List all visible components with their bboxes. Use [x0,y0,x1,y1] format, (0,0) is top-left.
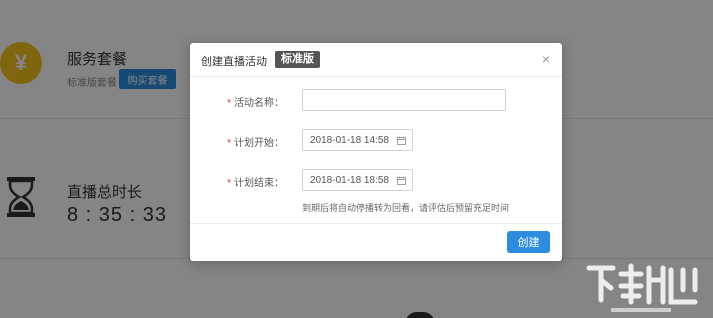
plan-start-label: * 计划开始： [227,134,284,149]
calendar-icon[interactable] [397,136,406,145]
create-button[interactable]: 创建 [507,231,550,253]
required-mark: * [227,138,231,149]
activity-name-label: * 活动名称： [227,94,284,109]
dialog-title: 创建直播活动 [201,56,267,68]
plan-end-label: * 计划结束： [227,174,284,189]
plan-end-label-text: 计划结束： [234,178,284,189]
calendar-icon[interactable] [397,176,406,185]
required-mark: * [227,98,231,109]
required-mark: * [227,178,231,189]
plan-start-value: 2018-01-18 14:58 [310,135,389,146]
activity-name-input[interactable] [302,89,506,111]
plan-end-datetime-input[interactable]: 2018-01-18 18:58 [302,169,413,191]
auto-stop-hint: 到期后将自动停播转为回看，请评估后预留充足时间 [302,203,510,213]
plan-start-row: * 计划开始： 2018-01-18 14:58 [190,129,562,151]
activity-name-label-text: 活动名称： [234,98,284,109]
plan-end-row: * 计划结束： 2018-01-18 18:58 [190,169,562,191]
watermark-logo [586,263,698,312]
create-live-activity-dialog: 创建直播活动 标准版 × * 活动名称： * 计划开始： 2018-01-18 14… [190,43,562,261]
dialog-footer: 创建 [190,223,562,261]
plan-end-value: 2018-01-18 18:58 [310,175,389,186]
close-icon[interactable]: × [542,51,550,67]
plan-start-label-text: 计划开始： [234,138,284,149]
edition-badge: 标准版 [275,51,320,68]
dialog-header: 创建直播活动 标准版 × [190,43,562,77]
plan-start-datetime-input[interactable]: 2018-01-18 14:58 [302,129,413,151]
activity-name-row: * 活动名称： [190,89,562,111]
